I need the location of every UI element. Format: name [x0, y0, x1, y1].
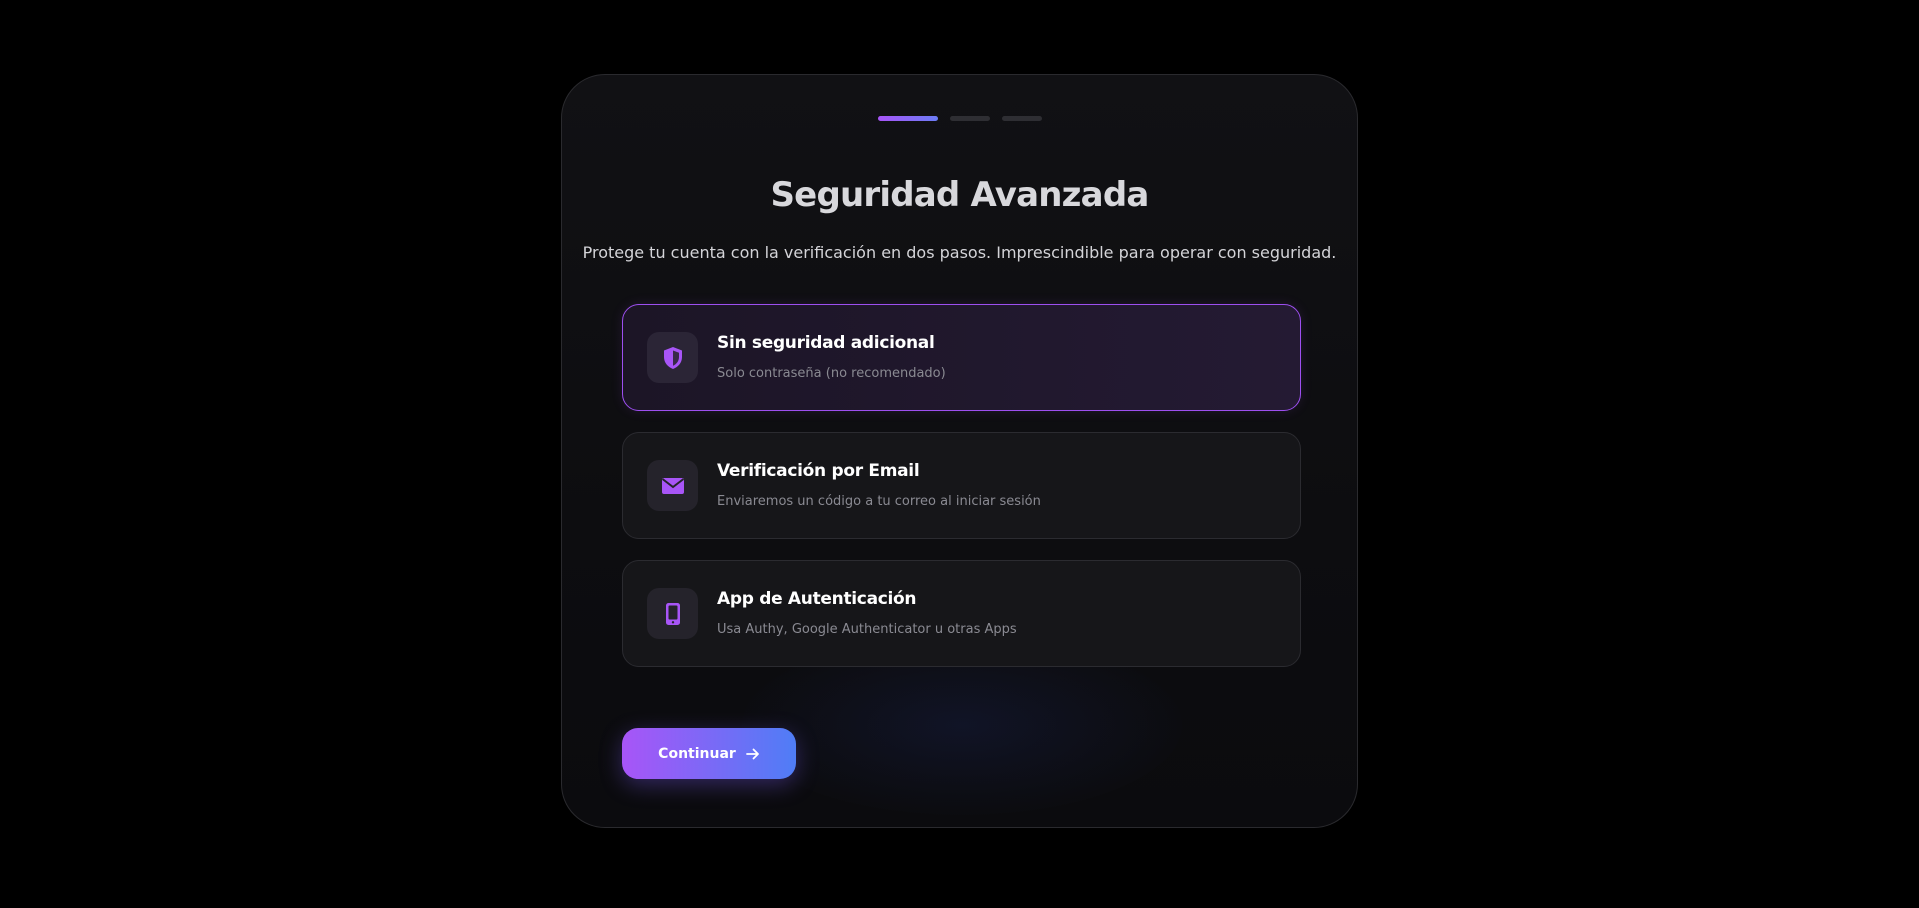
option-email-verification[interactable]: Verificación por Email Enviaremos un cód… — [622, 432, 1301, 539]
smartphone-icon — [647, 588, 698, 639]
step-indicator-2 — [949, 116, 990, 121]
option-title: Verificación por Email — [717, 461, 920, 481]
option-title: App de Autenticación — [717, 589, 917, 609]
envelope-icon — [647, 460, 698, 511]
option-authenticator-app[interactable]: App de Autenticación Usa Authy, Google A… — [622, 560, 1301, 667]
security-options-list: Sin seguridad adicional Solo contraseña … — [622, 304, 1301, 688]
step-indicator-3 — [1001, 116, 1042, 121]
option-description: Solo contraseña (no recomendado) — [717, 366, 946, 381]
option-description: Enviaremos un código a tu correo al inic… — [717, 494, 1041, 509]
option-description: Usa Authy, Google Authenticator u otras … — [717, 622, 1017, 637]
continue-button-label: Continuar — [658, 745, 736, 762]
page-subtitle: Protege tu cuenta con la verificación en… — [582, 243, 1337, 262]
arrow-right-icon — [745, 748, 760, 760]
option-title: Sin seguridad adicional — [717, 333, 935, 353]
security-setup-card: Seguridad Avanzada Protege tu cuenta con… — [561, 74, 1358, 828]
step-indicator-1 — [877, 116, 938, 121]
page-title: Seguridad Avanzada — [770, 175, 1150, 215]
option-no-security[interactable]: Sin seguridad adicional Solo contraseña … — [622, 304, 1301, 411]
step-progress-indicator — [562, 116, 1357, 121]
continue-button[interactable]: Continuar — [622, 728, 796, 779]
page: Seguridad Avanzada Protege tu cuenta con… — [0, 0, 1919, 908]
shield-icon — [647, 332, 698, 383]
